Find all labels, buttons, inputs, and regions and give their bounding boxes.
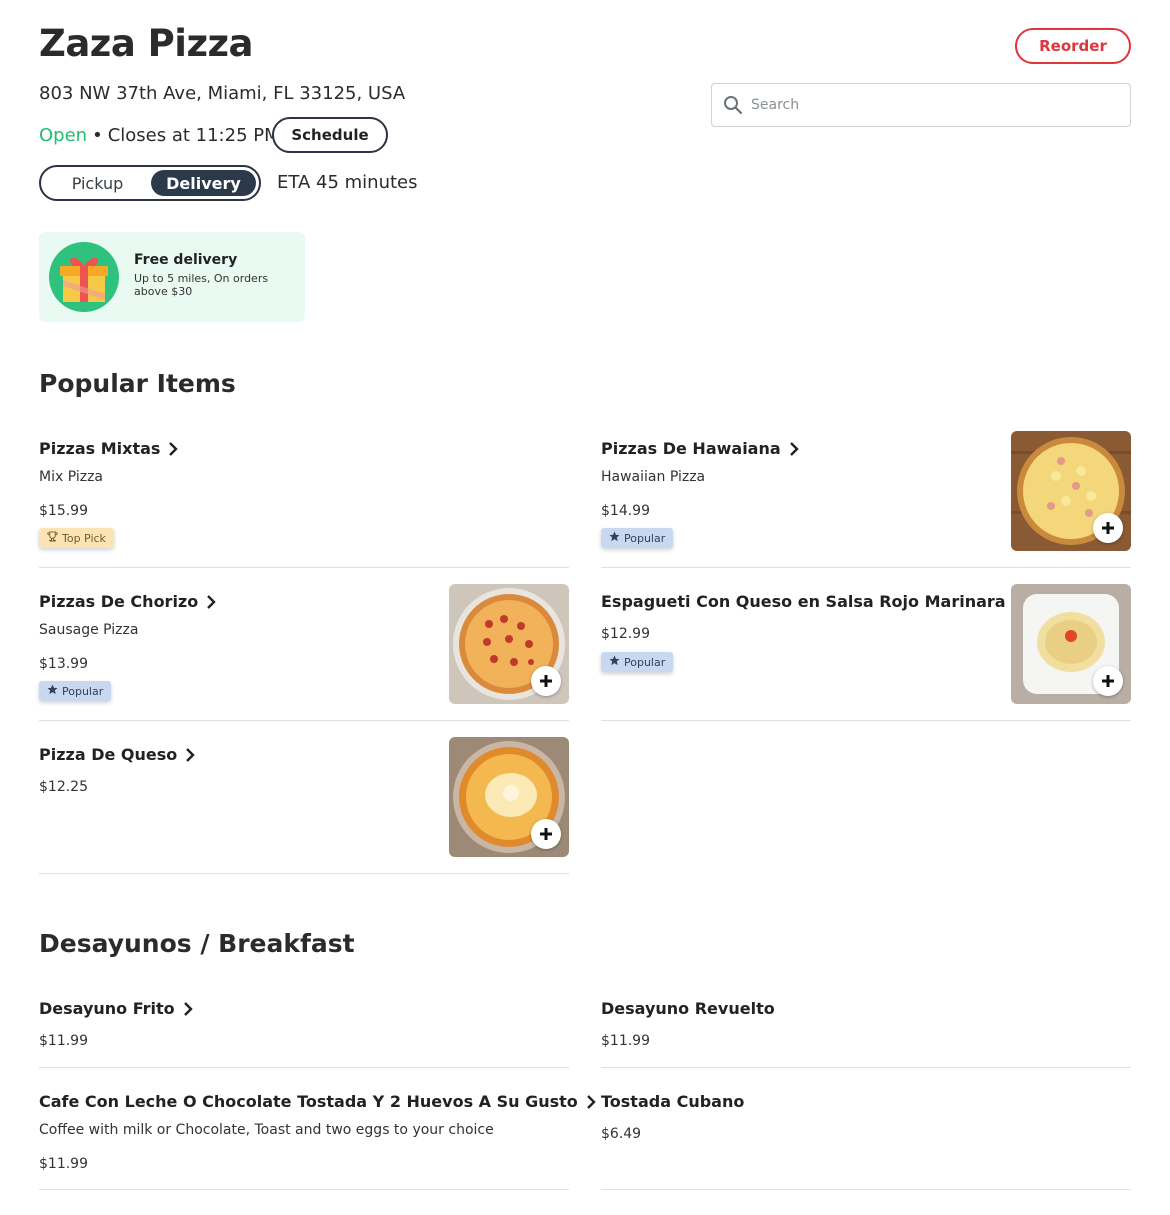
popular-badge: Popular xyxy=(601,528,674,548)
open-status: Open xyxy=(39,124,88,146)
item-image[interactable] xyxy=(449,584,569,704)
item-price: $11.99 xyxy=(601,1033,650,1049)
popular-badge: Popular xyxy=(601,652,674,672)
star-icon xyxy=(609,531,620,545)
item-price: $12.99 xyxy=(601,626,650,642)
plus-icon xyxy=(1102,522,1114,534)
free-delivery-promo: Free delivery Up to 5 miles, On orders a… xyxy=(39,232,305,322)
menu-item[interactable]: Pizzas De Hawaiana Hawaiian Pizza $14.99… xyxy=(601,431,1131,568)
closing-time: Closes at 11:25 PM xyxy=(107,124,280,146)
item-price: $15.99 xyxy=(39,503,88,519)
plus-icon xyxy=(540,675,552,687)
popular-badge: Popular xyxy=(39,681,112,701)
add-item-button[interactable] xyxy=(1093,513,1123,543)
menu-item[interactable]: Pizza De Queso $12.25 xyxy=(39,737,569,874)
status-separator: • xyxy=(92,124,103,146)
item-title: Pizzas Mixtas xyxy=(39,439,161,458)
badge-label: Popular xyxy=(624,531,666,545)
item-title: Cafe Con Leche O Chocolate Tostada Y 2 H… xyxy=(39,1092,578,1111)
item-name[interactable]: Pizzas De Hawaiana xyxy=(601,439,799,458)
top-pick-badge: Top Pick xyxy=(39,528,114,548)
item-description: Coffee with milk or Chocolate, Toast and… xyxy=(39,1122,494,1138)
hours-status: Open • Closes at 11:25 PM xyxy=(39,122,280,148)
item-description: Mix Pizza xyxy=(39,469,104,485)
section-title-popular: Popular Items xyxy=(39,369,236,398)
order-mode-toggle[interactable]: Pickup Delivery xyxy=(39,165,261,201)
item-price: $12.25 xyxy=(39,779,88,795)
item-name[interactable]: Pizzas Mixtas xyxy=(39,439,179,458)
add-item-button[interactable] xyxy=(531,819,561,849)
section-title-breakfast: Desayunos / Breakfast xyxy=(39,929,355,958)
item-name[interactable]: Tostada Cubano xyxy=(601,1092,744,1111)
trophy-icon xyxy=(47,531,58,545)
search-input[interactable] xyxy=(751,97,1130,113)
item-name[interactable]: Desayuno Revuelto xyxy=(601,999,775,1018)
add-item-button[interactable] xyxy=(1093,666,1123,696)
chevron-right-icon xyxy=(206,594,216,609)
eta-text: ETA 45 minutes xyxy=(277,172,418,193)
plus-icon xyxy=(1102,675,1114,687)
item-name[interactable]: Espagueti Con Queso en Salsa Rojo Marina… xyxy=(601,592,1006,611)
item-title: Tostada Cubano xyxy=(601,1092,745,1111)
menu-item[interactable]: Desayuno Frito $11.99 xyxy=(39,991,569,1068)
add-item-button[interactable] xyxy=(531,666,561,696)
restaurant-name: Zaza Pizza xyxy=(39,22,254,65)
menu-item[interactable]: Desayuno Revuelto $11.99 xyxy=(601,991,1131,1068)
chevron-right-icon xyxy=(168,441,179,456)
menu-item[interactable]: Cafe Con Leche O Chocolate Tostada Y 2 H… xyxy=(39,1084,596,1190)
star-icon xyxy=(609,655,620,669)
item-name[interactable]: Desayuno Frito xyxy=(39,999,193,1018)
item-title: Espagueti Con Queso en Salsa Rojo Marina… xyxy=(601,592,1006,611)
item-title: Pizza De Queso xyxy=(39,745,178,764)
badge-label: Top Pick xyxy=(62,531,106,545)
pickup-option[interactable]: Pickup xyxy=(44,170,151,196)
badge-label: Popular xyxy=(62,684,104,698)
item-price: $14.99 xyxy=(601,503,650,519)
item-name[interactable]: Pizza De Queso xyxy=(39,745,195,764)
search-box[interactable] xyxy=(711,83,1131,127)
item-image[interactable] xyxy=(449,737,569,857)
reorder-button[interactable]: Reorder xyxy=(1015,28,1131,64)
promo-subtitle: Up to 5 miles, On orders above $30 xyxy=(134,272,269,298)
item-image[interactable] xyxy=(1011,431,1131,551)
item-title: Pizzas De Hawaiana xyxy=(601,439,781,458)
menu-item[interactable]: Pizzas De Chorizo Sausage Pizza $13.99 P… xyxy=(39,584,569,721)
chevron-right-icon xyxy=(586,1094,596,1109)
restaurant-address: 803 NW 37th Ave, Miami, FL 33125, USA xyxy=(39,83,406,104)
item-price: $11.99 xyxy=(39,1033,88,1049)
star-icon xyxy=(47,684,58,698)
chevron-right-icon xyxy=(185,747,195,762)
item-image[interactable] xyxy=(1011,584,1131,704)
item-name[interactable]: Cafe Con Leche O Chocolate Tostada Y 2 H… xyxy=(39,1092,596,1111)
search-icon xyxy=(723,95,743,115)
menu-item[interactable]: Espagueti Con Queso en Salsa Rojo Marina… xyxy=(601,584,1131,721)
item-description: Hawaiian Pizza xyxy=(601,469,706,485)
item-price: $13.99 xyxy=(39,656,88,672)
item-name[interactable]: Pizzas De Chorizo xyxy=(39,592,216,611)
badge-label: Popular xyxy=(624,655,666,669)
chevron-right-icon xyxy=(789,441,799,456)
item-price: $6.49 xyxy=(601,1126,642,1142)
delivery-option[interactable]: Delivery xyxy=(150,170,256,196)
item-title: Desayuno Revuelto xyxy=(601,999,775,1018)
item-description: Sausage Pizza xyxy=(39,622,139,638)
schedule-button[interactable]: Schedule xyxy=(272,117,388,153)
chevron-right-icon xyxy=(183,1001,193,1016)
menu-item[interactable]: Tostada Cubano $6.49 xyxy=(601,1084,1131,1190)
menu-item[interactable]: Pizzas Mixtas Mix Pizza $15.99 Top Pick xyxy=(39,431,569,568)
plus-icon xyxy=(540,828,552,840)
gift-icon xyxy=(49,242,119,312)
item-price: $11.99 xyxy=(39,1156,88,1172)
promo-title: Free delivery xyxy=(134,252,238,268)
item-title: Desayuno Frito xyxy=(39,999,175,1018)
item-title: Pizzas De Chorizo xyxy=(39,592,199,611)
